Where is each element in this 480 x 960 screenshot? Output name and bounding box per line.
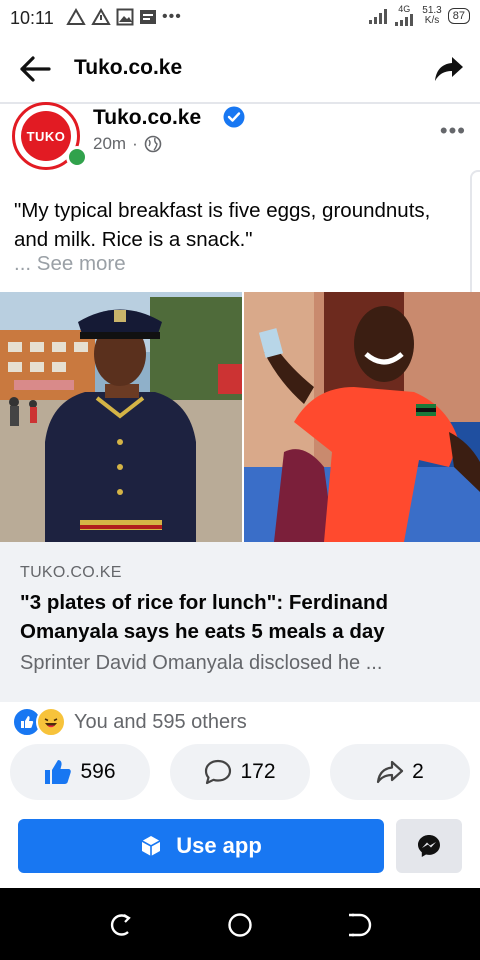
system-nav-bar (0, 888, 480, 960)
messenger-button[interactable] (396, 819, 462, 873)
reactions-count-text: You and 595 others (74, 710, 247, 733)
post-text: "My typical breakfast is five eggs, grou… (14, 199, 431, 251)
post-photo-officer[interactable] (0, 292, 242, 542)
verified-badge-icon (223, 106, 245, 128)
sprinter-photo-illustration (244, 292, 480, 542)
reactions-summary[interactable]: You and 595 others (12, 707, 247, 737)
page-name[interactable]: Tuko.co.ke (93, 106, 201, 130)
network-type-label: 4G (398, 4, 411, 14)
mobile-data-indicator: 4G (394, 4, 416, 26)
post-options-button[interactable]: ••• (440, 118, 466, 144)
use-app-label: Use app (176, 833, 262, 858)
home-icon[interactable] (227, 912, 253, 938)
use-app-button[interactable]: Use app (18, 819, 384, 873)
comment-button[interactable]: 172 (170, 744, 310, 800)
link-description: Sprinter David Omanyala disclosed he ... (20, 652, 383, 674)
haha-reaction-icon (36, 707, 66, 737)
network-speed-unit: K/s (424, 15, 440, 26)
share-icon[interactable] (434, 55, 464, 83)
more-notifications-icon: ••• (162, 8, 182, 25)
recent-apps-icon[interactable] (108, 912, 134, 938)
cube-icon (141, 836, 161, 856)
post-meta: 20m · (93, 134, 162, 154)
like-button[interactable]: 596 (10, 744, 150, 800)
link-title: "3 plates of rice for lunch": Ferdinand … (20, 591, 388, 643)
warning-icon (66, 8, 86, 25)
status-bar: 10:11 ••• 4G 51.3 K/s 87 (0, 0, 480, 36)
link-preview-card[interactable]: TUKO.CO.KE "3 plates of rice for lunch":… (0, 542, 480, 702)
notification-icons: ••• (66, 8, 182, 26)
network-speed: 51.3 K/s (422, 6, 441, 26)
meta-separator: · (132, 134, 138, 153)
status-time: 10:11 (10, 8, 54, 28)
signal-icon (395, 14, 414, 26)
back-nav-icon[interactable] (346, 912, 372, 938)
image-icon (116, 8, 134, 26)
avatar-logo: TUKO (21, 111, 71, 161)
post-photo-sprinter[interactable] (244, 292, 480, 542)
comment-icon (205, 759, 232, 785)
link-domain: TUKO.CO.KE (20, 564, 122, 581)
message-icon (140, 10, 156, 24)
back-arrow-icon[interactable] (18, 54, 52, 84)
share-count: 2 (412, 760, 424, 783)
app-bar: Tuko.co.ke (0, 36, 480, 104)
messenger-icon (418, 835, 440, 857)
officer-photo-illustration (0, 292, 242, 542)
post-timestamp[interactable]: 20m (93, 134, 126, 154)
thumbs-up-icon (45, 760, 72, 784)
share-arrow-icon (377, 760, 404, 784)
signal-icon (369, 9, 388, 24)
warning-icon (91, 8, 111, 25)
battery-indicator: 87 (447, 8, 470, 24)
status-indicators: 4G 51.3 K/s 87 (368, 4, 470, 26)
app-title: Tuko.co.ke (74, 56, 183, 79)
see-more-link[interactable]: ... See more (14, 252, 126, 276)
share-button[interactable]: 2 (330, 744, 470, 800)
like-count: 596 (80, 760, 116, 783)
online-status-dot (66, 146, 88, 168)
comment-count: 172 (240, 760, 276, 783)
globe-icon (144, 135, 162, 153)
